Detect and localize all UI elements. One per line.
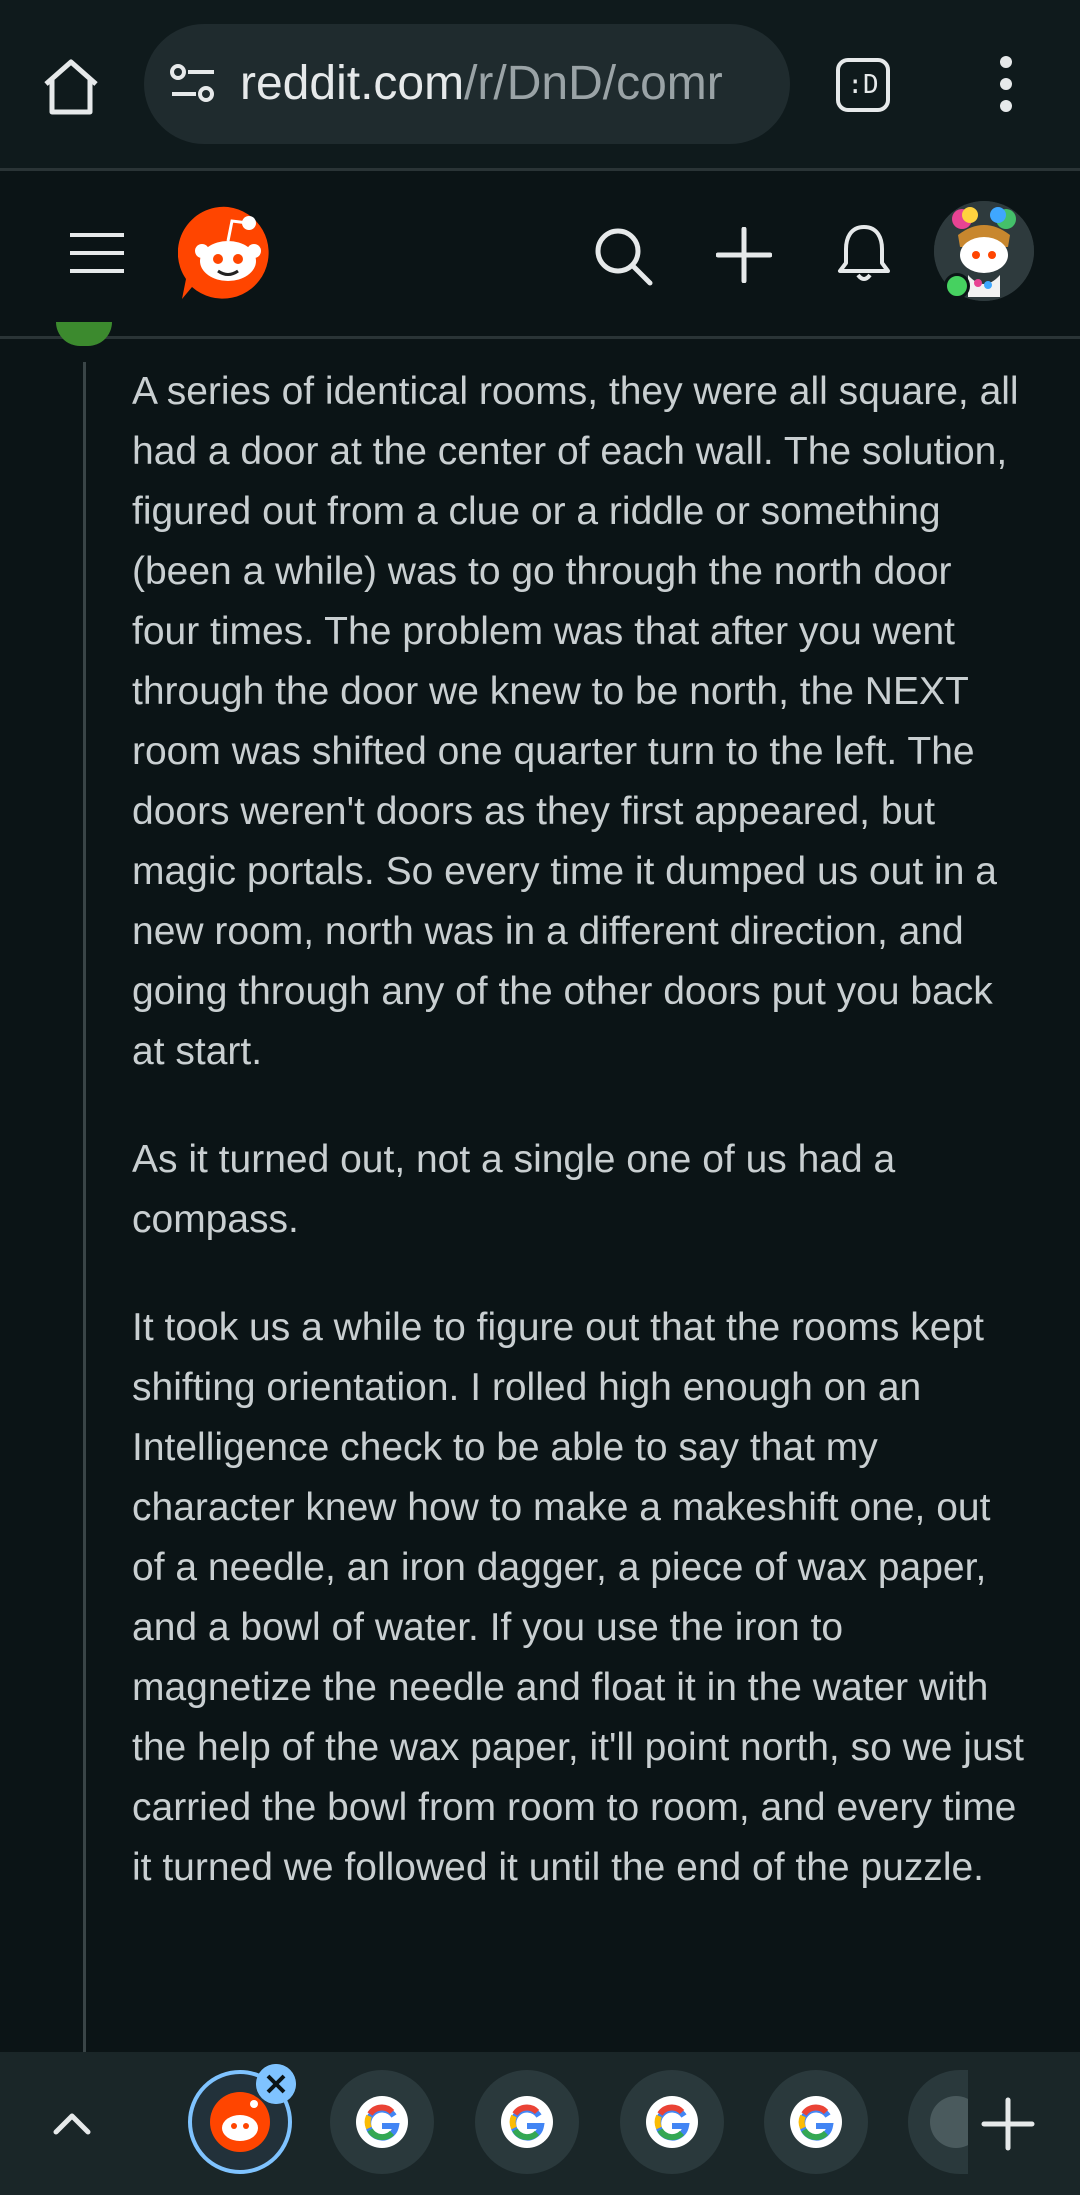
reddit-header <box>0 171 1080 336</box>
search-icon[interactable] <box>592 225 654 287</box>
comment-paragraph: It took us a while to figure out that th… <box>132 1306 1024 1889</box>
browser-toolbar: reddit.com/r/DnD/comr :D <box>0 0 1080 168</box>
chevron-up-icon[interactable] <box>48 2102 96 2142</box>
tab-strip <box>0 2052 1080 2195</box>
hamburger-menu-icon[interactable] <box>68 231 126 275</box>
tab-google[interactable] <box>330 2070 434 2174</box>
home-icon[interactable] <box>38 54 104 120</box>
tab-partial[interactable] <box>908 2070 968 2174</box>
bell-icon[interactable] <box>834 221 894 285</box>
tab-google[interactable] <box>475 2070 579 2174</box>
online-status-dot <box>944 273 970 299</box>
create-post-plus-icon[interactable] <box>716 227 772 283</box>
reddit-logo[interactable] <box>178 203 278 303</box>
kebab-menu-icon[interactable] <box>992 54 1020 114</box>
new-tab-plus-icon[interactable] <box>980 2096 1036 2152</box>
url-path: /r/DnD/comr <box>464 57 723 110</box>
address-bar[interactable]: reddit.com/r/DnD/comr <box>144 24 790 144</box>
comment-paragraph: A series of identical rooms, they were a… <box>132 370 1019 1073</box>
comment-paragraph: As it turned out, not a single one of us… <box>132 1138 896 1241</box>
tab-switcher-button[interactable]: :D <box>836 58 890 112</box>
google-favicon-icon <box>790 2096 842 2148</box>
tab-favicon-partial <box>930 2096 968 2148</box>
tab-google[interactable] <box>764 2070 868 2174</box>
comment-body: A series of identical rooms, they were a… <box>132 362 1027 1946</box>
google-favicon-icon <box>646 2096 698 2148</box>
reddit-favicon-icon <box>210 2092 270 2152</box>
user-avatar-peek <box>56 322 112 346</box>
comment-thread-line[interactable] <box>83 362 86 2052</box>
close-icon[interactable] <box>256 2064 296 2104</box>
tab-google[interactable] <box>620 2070 724 2174</box>
url-domain: reddit.com <box>240 57 465 110</box>
google-favicon-icon <box>356 2096 408 2148</box>
url-text[interactable]: reddit.com/r/DnD/comr <box>240 24 770 144</box>
header-divider <box>0 336 1080 339</box>
google-favicon-icon <box>501 2096 553 2148</box>
tune-icon[interactable] <box>168 62 218 106</box>
